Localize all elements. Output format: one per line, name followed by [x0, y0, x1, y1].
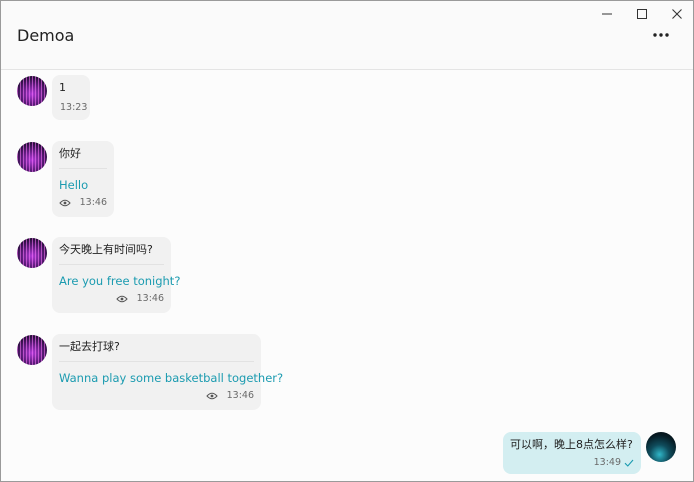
contact-avatar[interactable] [17, 142, 47, 172]
eye-icon [205, 392, 218, 400]
translation-divider [59, 264, 164, 265]
check-icon [624, 459, 634, 467]
message-text: 一起去打球? [59, 340, 120, 353]
maximize-button[interactable] [628, 5, 656, 23]
message-bubble[interactable]: 1 13:23 [52, 75, 90, 120]
translation-text: Are you free tonight? [59, 274, 181, 288]
message-text: 你好 [59, 147, 81, 160]
maximize-icon [637, 9, 647, 19]
contact-avatar[interactable] [17, 76, 47, 106]
message-meta: 13:46 [58, 197, 107, 208]
more-icon [653, 33, 669, 37]
message-text: 今天晚上有时间吗? [59, 243, 153, 256]
message-time: 13:46 [79, 197, 107, 208]
title-bar: Demoa [1, 1, 693, 70]
message-meta: 13:46 [59, 293, 164, 304]
app-window: Demoa 1 13:23 你好 Hello 13:46 今天晚上有时间吗? A… [0, 0, 694, 482]
translation-text: Wanna play some basketball together? [59, 371, 284, 385]
message-text: 可以啊，晚上8点怎么样? [510, 438, 633, 451]
minimize-button[interactable] [593, 5, 621, 23]
more-options-button[interactable] [647, 25, 675, 45]
message-bubble-self[interactable]: 可以啊，晚上8点怎么样? 13:49 [503, 432, 641, 474]
message-meta: 13:23 [59, 102, 87, 113]
close-button[interactable] [663, 5, 691, 23]
message-bubble[interactable]: 今天晚上有时间吗? Are you free tonight? 13:46 [52, 237, 181, 313]
message-list[interactable]: 1 13:23 你好 Hello 13:46 今天晚上有时间吗? Are you… [1, 70, 693, 481]
translation-divider [59, 168, 107, 169]
message-time: 13:49 [593, 457, 621, 468]
eye-icon [115, 295, 128, 303]
message-meta: 13:49 [510, 457, 634, 468]
message-time: 13:23 [60, 102, 88, 113]
chat-title: Demoa [17, 26, 75, 45]
contact-avatar[interactable] [17, 335, 47, 365]
close-icon [672, 9, 682, 19]
user-avatar[interactable] [646, 432, 676, 462]
message-text: 1 [59, 81, 66, 94]
minimize-icon [602, 13, 612, 15]
contact-avatar[interactable] [17, 238, 47, 268]
translation-divider [59, 361, 254, 362]
eye-icon [58, 199, 71, 207]
message-time: 13:46 [226, 390, 254, 401]
message-bubble[interactable]: 一起去打球? Wanna play some basketball togeth… [52, 334, 284, 410]
message-bubble[interactable]: 你好 Hello 13:46 [52, 141, 114, 217]
translation-text: Hello [59, 178, 89, 192]
message-time: 13:46 [136, 293, 164, 304]
message-meta: 13:46 [59, 390, 254, 401]
